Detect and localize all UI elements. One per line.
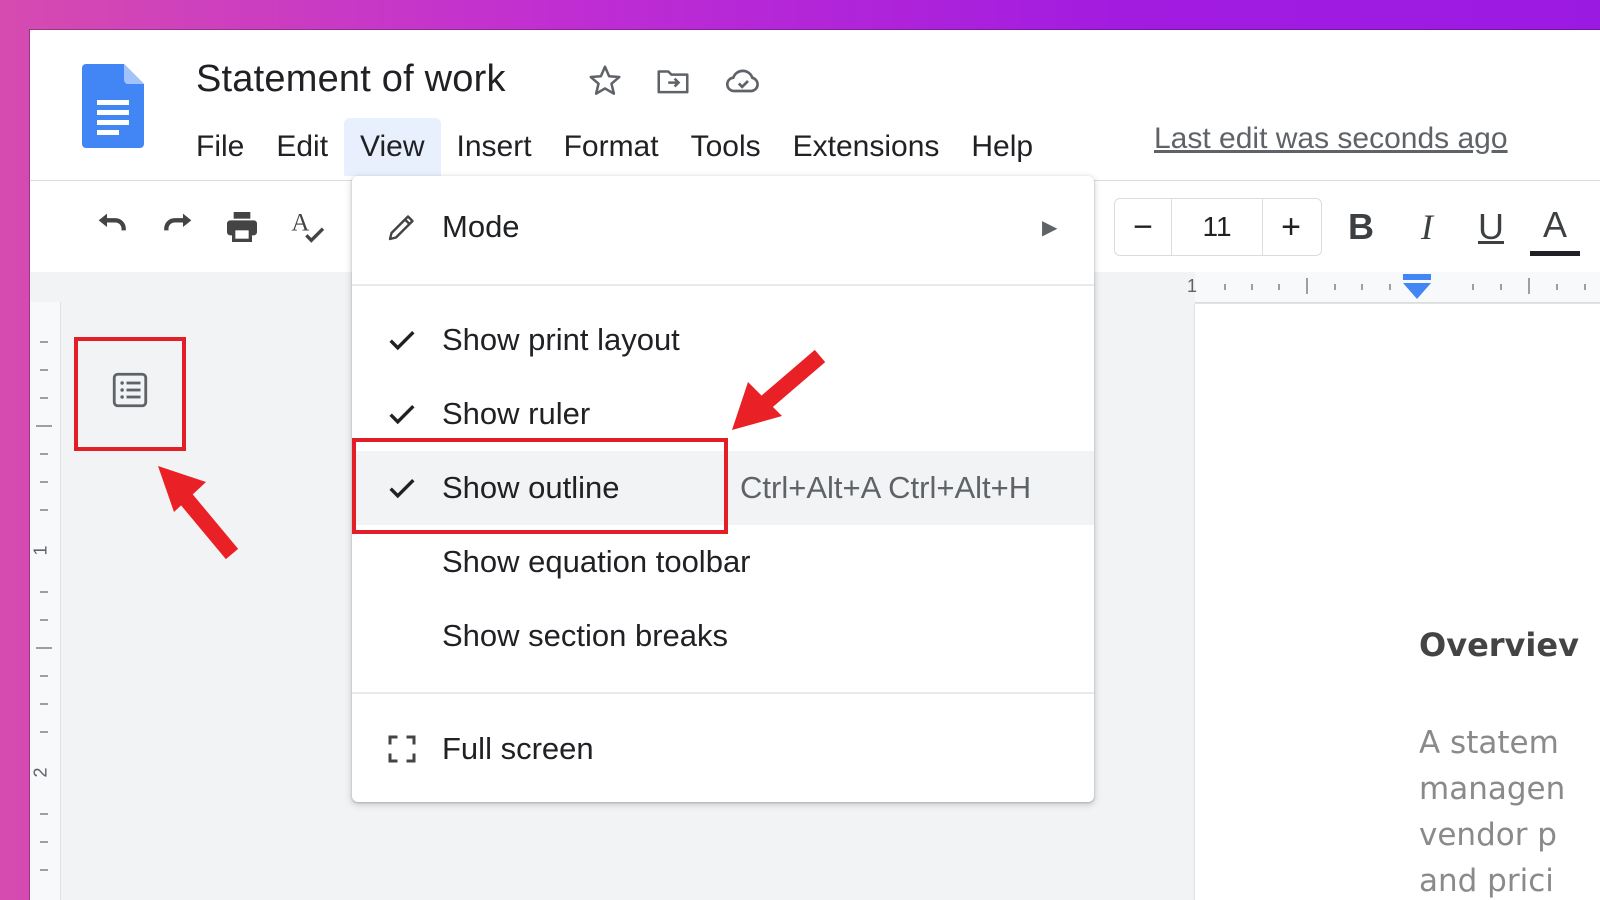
italic-button[interactable]: I	[1402, 199, 1452, 255]
vertical-ruler-label-1: 1	[30, 545, 51, 556]
ruler-ticks	[1224, 278, 1586, 294]
body-line: A statem	[1419, 725, 1559, 761]
bold-button[interactable]: B	[1336, 199, 1386, 255]
document-body-text: A statem managen vendor p and prici	[1419, 720, 1565, 900]
google-docs-logo-icon[interactable]	[82, 64, 144, 148]
keyboard-shortcut: Ctrl+Alt+A Ctrl+Alt+H	[740, 470, 1032, 505]
menu-item-label: Show print layout	[442, 322, 680, 357]
show-outline-annotation-box	[352, 438, 728, 534]
menu-item-label: Full screen	[442, 731, 594, 766]
menu-divider	[352, 692, 1094, 694]
text-color-button[interactable]: A	[1530, 199, 1580, 256]
menu-item-show-print-layout[interactable]: Show print layout	[352, 303, 1094, 377]
redo-icon[interactable]	[152, 201, 204, 253]
menu-extensions[interactable]: Extensions	[777, 118, 956, 176]
undo-icon[interactable]	[86, 201, 138, 253]
menu-item-label: Show ruler	[442, 396, 591, 431]
annotation-arrow-icon	[158, 466, 239, 560]
document-heading: Overviev	[1419, 626, 1579, 664]
menu-divider	[352, 284, 1094, 286]
star-icon[interactable]	[584, 60, 626, 102]
outline-icon-annotation-box	[74, 337, 186, 451]
menu-help[interactable]: Help	[955, 118, 1049, 176]
horizontal-ruler[interactable]: 1	[1187, 272, 1600, 303]
last-edit-link[interactable]: Last edit was seconds ago	[1154, 122, 1508, 156]
menu-edit[interactable]: Edit	[260, 118, 344, 176]
menu-item-show-section-breaks[interactable]: Show section breaks	[352, 599, 1094, 673]
annotation-arrow-icon	[732, 349, 826, 430]
fullscreen-icon	[382, 729, 422, 769]
body-line: vendor p	[1419, 817, 1557, 853]
underline-button[interactable]: U	[1466, 199, 1516, 255]
menu-item-label: Show equation toolbar	[442, 544, 751, 579]
decrease-font-size-button[interactable]: −	[1115, 199, 1171, 255]
app-window: Statement of work File Edit View Insert …	[30, 30, 1600, 900]
indent-marker-icon[interactable]	[1401, 274, 1433, 300]
increase-font-size-button[interactable]: +	[1263, 199, 1319, 255]
vertical-ruler-label-2: 2	[30, 767, 51, 778]
menu-tools[interactable]: Tools	[675, 118, 777, 176]
menu-format[interactable]: Format	[548, 118, 675, 176]
checkmark-icon	[382, 320, 422, 360]
cloud-saved-icon[interactable]	[722, 60, 764, 102]
font-size-control: − 11 +	[1114, 198, 1322, 256]
menu-insert[interactable]: Insert	[441, 118, 548, 176]
pencil-icon	[382, 207, 422, 247]
move-folder-icon[interactable]	[652, 60, 694, 102]
submenu-arrow-icon: ▶	[1042, 216, 1058, 239]
menu-item-full-screen[interactable]: Full screen	[352, 712, 1094, 786]
menu-item-show-equation-toolbar[interactable]: Show equation toolbar	[352, 525, 1094, 599]
document-title[interactable]: Statement of work	[196, 58, 506, 101]
menu-item-mode[interactable]: Mode ▶	[352, 190, 1094, 264]
print-icon[interactable]	[216, 201, 268, 253]
menu-item-label: Mode	[442, 209, 520, 244]
checkmark-icon	[382, 394, 422, 434]
body-line: and prici	[1419, 863, 1554, 899]
body-line: managen	[1419, 771, 1566, 807]
font-size-input[interactable]: 11	[1171, 199, 1263, 255]
vertical-ruler[interactable]: 1 2	[30, 302, 61, 900]
svg-text:A: A	[291, 209, 309, 236]
menu-view[interactable]: View	[344, 118, 441, 176]
menu-item-label: Show section breaks	[442, 618, 729, 653]
menu-bar: File Edit View Insert Format Tools Exten…	[180, 118, 1049, 176]
menu-file[interactable]: File	[180, 118, 260, 176]
spellcheck-icon[interactable]: A	[282, 201, 334, 253]
vertical-ruler-ticks	[36, 341, 52, 871]
